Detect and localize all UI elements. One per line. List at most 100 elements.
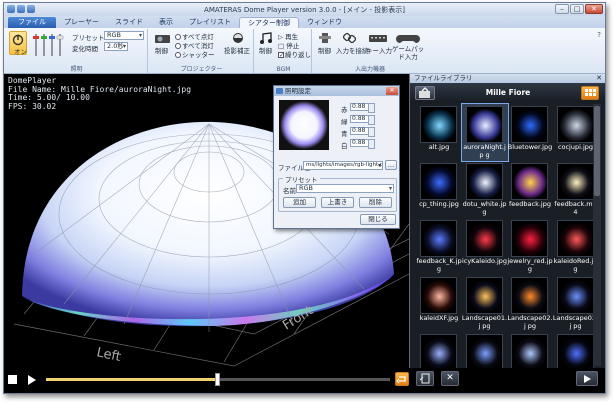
library-item[interactable]: Landscape03.j pg [553,275,599,332]
delete-preset-button[interactable]: 削除 [359,197,392,208]
bgm-group-label: BGM [276,66,291,73]
loop-button[interactable] [395,372,409,386]
seek-thumb[interactable] [215,373,220,386]
library-item-label: cocjupi.jpg [557,143,594,151]
overwrite-preset-button[interactable]: 上書き [321,197,354,208]
library-item[interactable]: feedback_K.jpg [416,218,462,275]
bgm-repeat[interactable]: ✓繰り返し [278,49,311,59]
preset-name-select[interactable]: RGB [296,184,394,193]
library-item[interactable]: alt.jpg [416,104,462,161]
library-item[interactable]: feedback.jpg [507,161,553,218]
library-item[interactable]: cp_thing.jpg [416,161,462,218]
grid-view-button[interactable] [581,86,599,100]
projector-control-button[interactable]: 制御 [154,32,172,58]
projector-group: 制御 すべて点灯 すべて消灯 シャッター 投影補正 プロジェクター [150,29,254,73]
key-input-button[interactable]: キー入力 [366,32,392,58]
key-input-label: キー入力 [366,47,392,55]
tab-window[interactable]: ウィンドウ [299,17,350,28]
remove-button[interactable]: ✕ [441,371,459,386]
render-info: DomePlayer File Name: Mille Fiore/aurora… [8,76,191,111]
current-folder-name: Mille Fiore [485,88,531,97]
bgm-repeat-label: 繰り返し [285,51,311,59]
play-button[interactable] [26,374,38,386]
library-scrollbar[interactable] [593,104,601,366]
scrollbar-thumb[interactable] [594,106,600,196]
thumbnail [511,106,548,143]
white-spinner[interactable]: 0.88 [350,139,375,149]
projection-correction-button[interactable]: 投影補正 [224,32,252,58]
library-item-label: icyKaleido.jpg [461,257,508,265]
light-sliders[interactable] [32,32,66,58]
maximize-button[interactable]: □ [570,4,584,14]
library-item-label: cp_thing.jpg [419,200,459,208]
thumbnail [420,163,457,200]
ribbon: オン プリセット RGB 変化時間 2.0秒 照明 制御 すべて点灯 [4,28,605,74]
library-item-label: kaleidoRed.jpg [553,257,598,273]
library-item[interactable]: Bluetower.jpg [507,104,553,161]
projector-group-label: プロジェクター [180,66,223,73]
blue-spinner[interactable]: 0.88 [350,127,375,137]
minimize-button[interactable]: – [555,4,569,14]
music-note-icon [260,32,272,44]
loop-icon [396,376,406,384]
io-group: 制御 入力を接続 キー入力 ゲームパッド入力 入出力機器 [314,29,426,73]
help-icon[interactable]: ? [597,31,601,39]
library-item[interactable]: auroraNight.jp g [460,103,509,162]
tab-theater-control[interactable]: シアター制御 [239,17,299,28]
thumbnail [465,106,503,143]
gamepad-input-button[interactable]: ゲームパッド入力 [392,32,424,64]
change-time-select[interactable]: 2.0秒 [104,42,128,51]
folder-up-button[interactable] [415,86,435,100]
tab-file[interactable]: ファイル [8,17,56,28]
library-item-label: Landscape03.j pg [552,314,599,330]
library-item[interactable]: feedback.mp4 [553,161,599,218]
window-title: AMATERAS Dome Player version 3.0.0 - [メイ… [204,5,405,14]
close-button[interactable]: ✕ [585,4,603,14]
file-library-panel: ファイルライブラリ ✕ Mille Fiore alt.jpg auroraNig… [409,74,605,371]
close-dialog-button[interactable]: 閉じる [360,214,396,225]
file-name-field[interactable]: ms/lights/images/rgb-light.png [303,161,383,170]
library-item[interactable]: kaleidoRed.jpg [553,218,599,275]
dialog-title-bar[interactable]: 照明設定 ✕ [274,86,399,96]
preset-select[interactable]: RGB [104,31,144,40]
projection-correction-label: 投影補正 [224,47,250,55]
library-item-label: Bluetower.jpg [507,143,553,151]
connect-input-button[interactable]: 入力を接続 [336,32,369,58]
info-fps: FPS: 30.02 [8,101,57,111]
power-on-button[interactable]: オン [9,31,27,56]
red-label: 赤 [341,106,348,114]
tab-playlist[interactable]: プレイリスト [181,17,239,28]
library-item[interactable]: dotu_white.jpg [462,161,508,218]
stop-button[interactable] [8,375,17,384]
tab-player[interactable]: プレーヤー [56,17,107,28]
projector-shutter[interactable]: シャッター [175,49,215,59]
tab-view[interactable]: 表示 [151,17,181,28]
library-item[interactable]: cocjupi.jpg [553,104,599,161]
library-item[interactable]: jewelry_red.jpg [507,218,553,275]
dialog-close-icon[interactable]: ✕ [386,87,398,95]
library-play-button[interactable] [576,371,598,386]
red-spinner[interactable]: 0.88 [350,103,375,113]
seek-bar[interactable] [46,373,390,386]
preset-name-label: 名前 [283,187,296,195]
library-close-icon[interactable]: ✕ [596,74,602,83]
browse-button[interactable]: … [385,160,397,170]
library-item[interactable]: icyKaleido.jpg [462,218,508,275]
library-item[interactable]: kaleidXF.jpg [416,275,462,332]
connect-input-label: 入力を接続 [336,47,369,55]
library-item-label: Landscape01.j pg [461,314,508,330]
page-export-icon [419,373,430,384]
tab-slide[interactable]: スライド [107,17,151,28]
library-item[interactable]: Landscape01.j pg [462,275,508,332]
bgm-control-button[interactable]: 制御 [259,32,275,58]
folder-up-icon [419,87,430,98]
add-preset-button[interactable]: 追加 [283,197,316,208]
window-controls: – □ ✕ [555,4,603,14]
gamepad-icon [396,35,420,43]
io-control-label: 制御 [318,47,331,55]
library-item[interactable]: Landscape02.j pg [507,275,553,332]
green-spinner[interactable]: 0.88 [350,115,375,125]
thumbnail [511,163,548,200]
io-control-button[interactable]: 制御 [318,32,334,58]
add-to-playlist-button[interactable] [416,371,434,386]
